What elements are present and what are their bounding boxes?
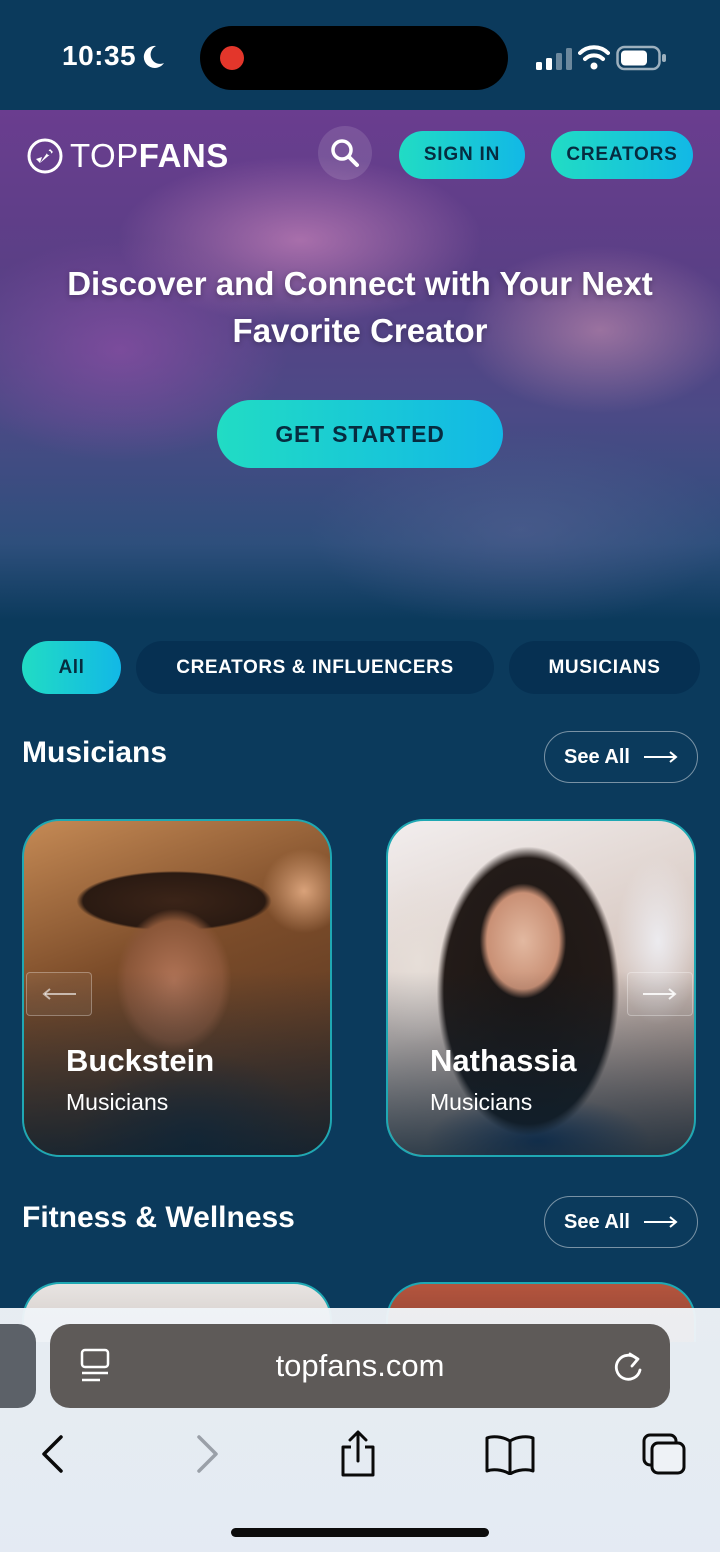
tab-all[interactable]: All [22,641,121,694]
creator-category: Musicians [66,1089,169,1115]
category-tabs: All CREATORS & INFLUENCERS MUSICIANS [0,641,720,695]
dynamic-island [200,26,508,90]
creators-button[interactable]: CREATORS [551,131,693,179]
address-bar[interactable]: topfans.com [50,1324,670,1408]
see-all-label: See All [564,1210,630,1233]
book-icon [485,1435,535,1475]
see-all-fitness-button[interactable]: See All [544,1196,698,1248]
reload-icon[interactable] [610,1346,646,1386]
hero-banner: TOPFANS SIGN IN CREATORS Discover and Co… [0,110,720,620]
tab-creators-influencers[interactable]: CREATORS & INFLUENCERS [136,641,494,694]
bookmarks-button[interactable] [480,1426,540,1482]
section-title-fitness: Fitness & Wellness [22,1201,295,1234]
hero-title: Discover and Connect with Your Next Favo… [67,265,653,349]
status-bar: 10:35 [0,0,720,110]
share-button[interactable] [328,1426,388,1482]
cellular-signal-icon [536,48,572,70]
see-all-musicians-button[interactable]: See All [544,731,698,783]
carousel-next-button[interactable] [627,972,693,1016]
carousel-prev-button[interactable] [26,972,92,1016]
search-icon [331,139,359,167]
arrow-right-icon [643,751,678,763]
search-button[interactable] [318,126,372,180]
moon-icon [143,45,164,68]
battery-icon [616,45,666,71]
see-all-label: See All [564,745,630,768]
tab-musicians[interactable]: MUSICIANS [509,641,700,694]
section-title-musicians: Musicians [22,736,168,769]
arrow-left-icon [42,988,76,1000]
logo-text: TOPFANS [70,137,229,174]
get-started-button[interactable]: GET STARTED [217,400,503,468]
creator-category: Musicians [430,1089,533,1115]
sign-in-button[interactable]: SIGN IN [399,131,525,179]
rocket-logo-icon [27,138,63,174]
arrow-right-icon [643,988,677,1000]
url-text: topfans.com [275,1348,445,1383]
arrow-right-icon [643,1216,678,1228]
browser-toolbar: topfans.com [0,1308,720,1552]
share-icon [341,1430,375,1477]
recording-indicator-icon [220,46,244,70]
chevron-left-icon [42,1435,63,1473]
status-time: 10:35 [62,40,137,71]
previous-tab-preview[interactable] [0,1324,36,1408]
tabs-icon [642,1433,686,1475]
chevron-right-icon [197,1435,218,1473]
creator-name: Nathassia [430,1043,577,1078]
tabs-button[interactable] [634,1426,694,1482]
topfans-logo[interactable]: TOPFANS [26,136,229,176]
back-button[interactable] [22,1426,82,1482]
home-indicator [231,1528,489,1537]
forward-button[interactable] [178,1426,238,1482]
creator-name: Buckstein [66,1043,215,1078]
wifi-icon [578,45,610,70]
